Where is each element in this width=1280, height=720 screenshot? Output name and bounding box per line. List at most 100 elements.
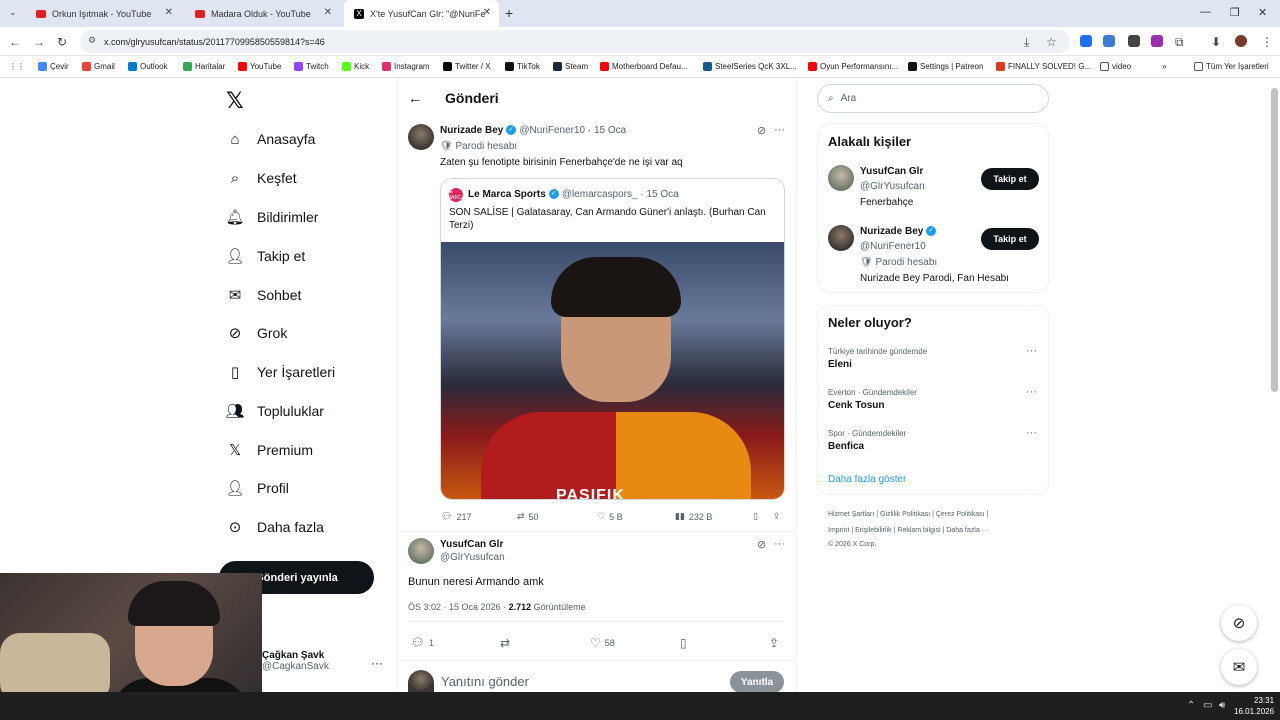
avatar[interactable]: [828, 225, 854, 251]
bookmark-item[interactable]: Haritalar: [183, 62, 225, 71]
footer-links[interactable]: Hizmet Şartları | Gizlilik Politikası | …: [828, 511, 988, 518]
reply-input[interactable]: Yanıtını gönder: [441, 674, 529, 689]
nav-communities[interactable]: 👥︎ Topluluklar: [225, 399, 323, 423]
reload-icon[interactable]: ↻: [57, 35, 67, 49]
avatar[interactable]: [828, 165, 854, 191]
nav-grok[interactable]: ⊘ Grok: [226, 321, 288, 345]
nav-chat[interactable]: ✉ Sohbet: [226, 283, 302, 307]
bookmark-item[interactable]: YouTube: [238, 62, 281, 71]
download-icon[interactable]: ⬇: [1211, 35, 1221, 49]
minimize-icon[interactable]: —: [1200, 6, 1211, 18]
restore-icon[interactable]: ❐: [1230, 6, 1240, 19]
close-window-icon[interactable]: ✕: [1258, 6, 1267, 19]
like-action[interactable]: ♡ 5 B: [597, 511, 623, 522]
trend-item[interactable]: Benfica: [828, 441, 864, 452]
install-icon[interactable]: ⤓: [1024, 35, 1029, 50]
profile-avatar-icon[interactable]: [1235, 35, 1247, 47]
tab-close-icon[interactable]: ✕: [324, 7, 332, 18]
bookmark-item[interactable]: Instagram: [382, 62, 430, 71]
bookmark-item[interactable]: Kick: [342, 62, 369, 71]
grok-icon[interactable]: ⊘: [1221, 605, 1257, 641]
bookmark-item[interactable]: Gmail: [82, 62, 115, 71]
account-switcher[interactable]: Çağkan Şavk @CagkanSavk: [262, 650, 329, 672]
nav-explore[interactable]: ⌕ Keşfet: [226, 166, 297, 190]
grok-icon[interactable]: ⊘: [757, 124, 766, 137]
extensions-puzzle-icon[interactable]: ⧉: [1175, 35, 1184, 50]
all-bookmarks-folder[interactable]: Tüm Yer İşaretleri: [1194, 62, 1269, 71]
bookmark-item[interactable]: Çevir: [38, 62, 69, 71]
follow-button[interactable]: Takip et: [981, 228, 1039, 250]
reply-action[interactable]: 💬︎ 1: [411, 636, 434, 649]
bookmark-item[interactable]: FINALLY SOLVED! G...: [996, 62, 1091, 71]
chevron-up-icon[interactable]: ⌃: [1187, 700, 1195, 711]
trend-more-icon[interactable]: ···: [1026, 386, 1037, 398]
bookmark-item[interactable]: Twitter / X: [443, 62, 491, 71]
chrome-menu-icon[interactable]: ⋮: [1261, 35, 1273, 49]
nav-home[interactable]: ⌂ Anasayfa: [226, 127, 315, 151]
show-more-link[interactable]: Daha fazla göster: [828, 474, 906, 485]
back-arrow-icon[interactable]: ←: [408, 90, 422, 106]
bookmark-icon[interactable]: ▯: [680, 636, 687, 650]
trend-item[interactable]: Cenk Tosun: [828, 400, 884, 411]
back-icon[interactable]: ←: [9, 35, 21, 49]
extension-icon[interactable]: [1080, 35, 1092, 47]
nav-notifications[interactable]: 🔔︎ Bildirimler: [225, 205, 318, 229]
nav-follow[interactable]: 👤︎ Takip et: [225, 244, 305, 268]
browser-tab-1[interactable]: Orkun Işıtmak - YouTube ✕: [26, 0, 181, 27]
person-handle[interactable]: @NuriFener10: [860, 241, 926, 252]
bookmark-item[interactable]: Outlook: [128, 62, 168, 71]
retweet-action[interactable]: ⇄: [500, 636, 510, 650]
extension-icon[interactable]: [1128, 35, 1140, 47]
new-tab-icon[interactable]: +: [505, 5, 513, 21]
bookmark-icon[interactable]: ▯: [753, 511, 758, 522]
tab-search-icon[interactable]: ⌄: [9, 7, 17, 18]
site-info-icon[interactable]: ⚙: [88, 35, 96, 46]
url-bar[interactable]: ⚙ x.com/glryusufcan/status/2011770995850…: [80, 30, 1070, 53]
extension-icon[interactable]: [1103, 35, 1115, 47]
tab-close-icon[interactable]: ✕: [165, 7, 173, 18]
more-options-icon[interactable]: ···: [774, 538, 785, 550]
bookmark-item[interactable]: TikTok: [505, 62, 540, 71]
more-options-icon[interactable]: ···: [774, 124, 785, 136]
search-input[interactable]: ⌕ Ara: [817, 84, 1049, 113]
person-name[interactable]: YusufCan Glr: [860, 166, 923, 177]
x-logo-icon[interactable]: 𝕏: [226, 88, 244, 114]
grok-icon[interactable]: ⊘: [757, 538, 766, 551]
account-more-icon[interactable]: ···: [371, 656, 383, 670]
bookmark-item[interactable]: Oyun Performansını...: [808, 62, 898, 71]
trend-more-icon[interactable]: ···: [1026, 427, 1037, 439]
follow-button[interactable]: Takip et: [981, 168, 1039, 190]
bookmark-item[interactable]: Motherboard Defau...: [600, 62, 688, 71]
reply-author-name[interactable]: YusufCan Glr: [440, 539, 503, 550]
quote-image[interactable]: PASIFIK: [441, 242, 784, 499]
trend-more-icon[interactable]: ···: [1026, 345, 1037, 357]
bookmark-folder[interactable]: video: [1100, 62, 1131, 71]
bookmark-star-icon[interactable]: ☆: [1046, 35, 1057, 49]
nav-more[interactable]: ⊙ Daha fazla: [226, 515, 324, 539]
extension-icon[interactable]: [1151, 35, 1163, 47]
bookmark-item[interactable]: Steam: [553, 62, 588, 71]
nav-bookmarks[interactable]: ▯ Yer İşaretleri: [226, 360, 335, 384]
bookmark-item[interactable]: Settings | Patreon: [908, 62, 983, 71]
reply-author-handle[interactable]: @GlrYusufcan: [440, 552, 505, 563]
reply-button[interactable]: Yanıtla: [730, 671, 784, 693]
nav-profile[interactable]: 👤︎ Profil: [225, 476, 288, 500]
share-icon[interactable]: ⇪: [769, 636, 779, 650]
share-icon[interactable]: ⇪: [773, 511, 781, 522]
avatar[interactable]: [408, 124, 434, 150]
trend-item[interactable]: Eleni: [828, 359, 852, 370]
tab-close-icon[interactable]: ✕: [483, 7, 491, 18]
system-clock[interactable]: 23:31 16.01.2026: [1234, 695, 1274, 717]
forward-icon[interactable]: →: [33, 35, 45, 49]
scrollbar[interactable]: [1271, 88, 1278, 392]
views-action[interactable]: ▮▮ 232 B: [675, 511, 712, 522]
bookmark-item[interactable]: Twitch: [294, 62, 329, 71]
nav-premium[interactable]: 𝕏 Premium: [226, 438, 313, 462]
person-handle[interactable]: @GlrYusufcan: [860, 181, 925, 192]
bookmarks-overflow-icon[interactable]: »: [1162, 62, 1166, 71]
quoted-tweet[interactable]: LE MARCA Le Marca Sports ✓ @lemarcaspors_ …: [440, 178, 785, 500]
browser-tab-2[interactable]: Madara Olduk - YouTube ✕: [185, 0, 340, 27]
person-name[interactable]: Nurizade Bey ✓: [860, 226, 939, 237]
volume-icon[interactable]: 🔊︎: [1219, 700, 1225, 711]
retweet-action[interactable]: ⇄ 50: [517, 511, 539, 522]
